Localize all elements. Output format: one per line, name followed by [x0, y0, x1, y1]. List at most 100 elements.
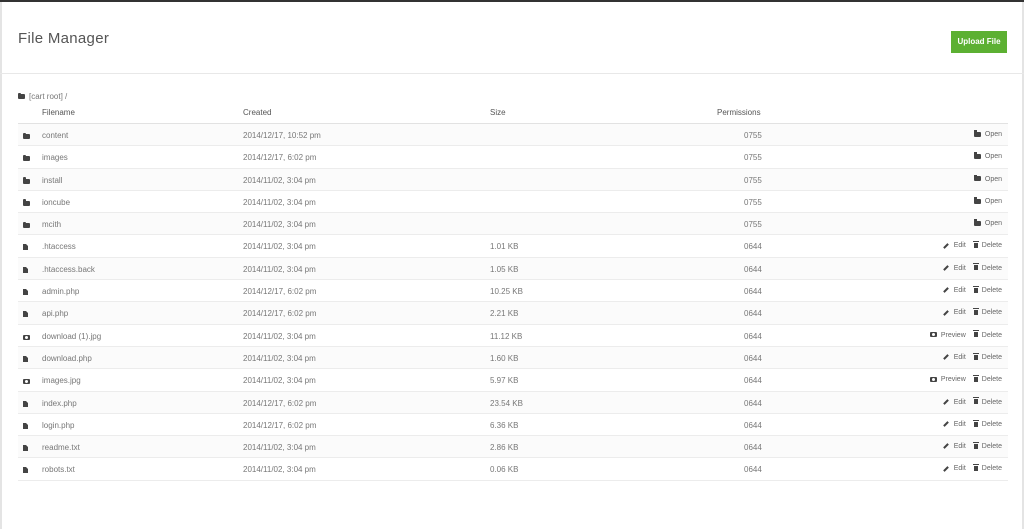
- delete-button[interactable]: Delete: [972, 263, 1002, 272]
- delete-button[interactable]: Delete: [972, 374, 1002, 383]
- edit-button[interactable]: Edit: [942, 264, 966, 272]
- delete-button[interactable]: Delete: [972, 285, 1002, 294]
- filename[interactable]: ioncube: [42, 198, 70, 207]
- column-size[interactable]: Size: [490, 108, 506, 117]
- folder-icon: [973, 130, 981, 137]
- trash-icon: [972, 419, 979, 427]
- edit-button[interactable]: Edit: [942, 465, 966, 472]
- column-filename[interactable]: Filename: [42, 108, 75, 117]
- preview-label: Preview: [940, 331, 966, 339]
- permissions: 0755: [744, 197, 762, 207]
- delete-button[interactable]: Delete: [972, 330, 1002, 339]
- row-actions: Edit Delete: [935, 419, 1002, 428]
- filename[interactable]: download (1).jpg: [42, 332, 101, 341]
- edit-button[interactable]: Edit: [942, 354, 966, 361]
- filename[interactable]: login.php: [42, 421, 74, 430]
- table-row[interactable]: download.php 2014/11/02, 3:04 pm 1.60 KB…: [18, 346, 1008, 370]
- row-actions: Edit Delete: [935, 352, 1002, 361]
- filename[interactable]: readme.txt: [42, 443, 80, 452]
- upload-file-button[interactable]: Upload File: [951, 31, 1007, 53]
- table-row[interactable]: .htaccess.back 2014/11/02, 3:04 pm 1.05 …: [18, 257, 1008, 281]
- table-row[interactable]: .htaccess 2014/11/02, 3:04 pm 1.01 KB 06…: [18, 235, 1008, 258]
- table-row[interactable]: install 2014/11/02, 3:04 pm 0755 Open: [18, 168, 1008, 191]
- delete-button[interactable]: Delete: [972, 308, 1002, 316]
- camera-icon: [929, 376, 937, 382]
- table-row[interactable]: mcith 2014/11/02, 3:04 pm 0755 Open: [18, 213, 1008, 236]
- pencil-icon: [942, 421, 949, 427]
- column-created[interactable]: Created: [243, 108, 271, 117]
- delete-button[interactable]: Delete: [972, 441, 1002, 451]
- table-row[interactable]: ioncube 2014/11/02, 3:04 pm 0755 Open: [18, 191, 1008, 214]
- delete-button[interactable]: Delete: [972, 419, 1002, 428]
- created-date: 2014/12/17, 6:02 pm: [243, 287, 317, 297]
- preview-button[interactable]: Preview: [929, 376, 966, 383]
- open-button[interactable]: Open: [973, 219, 1002, 228]
- camera-icon: [23, 379, 30, 385]
- table-row[interactable]: content 2014/12/17, 10:52 pm 0755 Open: [18, 124, 1008, 147]
- open-label: Open: [984, 131, 1002, 138]
- delete-button[interactable]: Delete: [972, 352, 1002, 361]
- open-button[interactable]: Open: [973, 197, 1002, 205]
- filename[interactable]: index.php: [42, 399, 77, 408]
- file-size: 2.21 KB: [490, 309, 519, 319]
- row-actions: Edit Delete: [935, 285, 1002, 294]
- folder-icon: [23, 154, 30, 162]
- file-icon: [23, 266, 28, 273]
- open-button[interactable]: Open: [973, 130, 1002, 138]
- delete-button[interactable]: Delete: [972, 464, 1002, 472]
- table-row[interactable]: api.php 2014/12/17, 6:02 pm 2.21 KB 0644…: [18, 302, 1008, 325]
- edit-button[interactable]: Edit: [942, 287, 966, 294]
- edit-button[interactable]: Edit: [942, 242, 966, 249]
- filename[interactable]: .htaccess: [42, 242, 76, 251]
- breadcrumb-path[interactable]: [cart root] /: [29, 92, 67, 101]
- open-button[interactable]: Open: [973, 152, 1002, 160]
- filename[interactable]: install: [42, 176, 62, 185]
- file-size: 1.01 KB: [490, 242, 519, 252]
- file-icon: [23, 244, 28, 251]
- table-row[interactable]: images 2014/12/17, 6:02 pm 0755 Open: [18, 146, 1008, 169]
- filename[interactable]: admin.php: [42, 287, 79, 296]
- table-row[interactable]: index.php 2014/12/17, 6:02 pm 23.54 KB 0…: [18, 391, 1008, 414]
- trash-icon: [972, 263, 979, 271]
- pencil-icon: [942, 398, 949, 405]
- table-row[interactable]: admin.php 2014/12/17, 6:02 pm 10.25 KB 0…: [18, 280, 1008, 303]
- filename[interactable]: robots.txt: [42, 465, 75, 474]
- permissions: 0644: [744, 242, 762, 252]
- file-icon: [23, 467, 28, 474]
- edit-button[interactable]: Edit: [942, 398, 966, 406]
- edit-label: Edit: [953, 443, 966, 451]
- filename[interactable]: images: [42, 153, 68, 162]
- column-permissions[interactable]: Permissions: [717, 108, 761, 117]
- table-row[interactable]: images.jpg 2014/11/02, 3:04 pm 5.97 KB 0…: [18, 369, 1008, 392]
- delete-label: Delete: [981, 443, 1002, 451]
- edit-label: Edit: [953, 264, 966, 272]
- table-row[interactable]: robots.txt 2014/11/02, 3:04 pm 0.06 KB 0…: [18, 458, 1008, 481]
- open-label: Open: [984, 220, 1002, 228]
- edit-button[interactable]: Edit: [942, 309, 966, 316]
- filename[interactable]: images.jpg: [42, 376, 81, 385]
- table-row[interactable]: download (1).jpg 2014/11/02, 3:04 pm 11.…: [18, 325, 1008, 347]
- delete-button[interactable]: Delete: [972, 397, 1002, 406]
- created-date: 2014/11/02, 3:04 pm: [243, 331, 316, 341]
- edit-button[interactable]: Edit: [942, 443, 966, 451]
- table-row[interactable]: readme.txt 2014/11/02, 3:04 pm 2.86 KB 0…: [18, 436, 1008, 459]
- created-date: 2014/12/17, 10:52 pm: [243, 131, 321, 140]
- filename[interactable]: .htaccess.back: [42, 265, 95, 274]
- edit-button[interactable]: Edit: [942, 421, 966, 428]
- filename[interactable]: api.php: [42, 309, 68, 318]
- file-icon: [23, 445, 28, 452]
- created-date: 2014/11/02, 3:04 pm: [243, 376, 316, 386]
- delete-label: Delete: [981, 420, 1002, 428]
- delete-button[interactable]: Delete: [972, 241, 1002, 249]
- edit-label: Edit: [953, 398, 966, 406]
- filename[interactable]: mcith: [42, 220, 61, 229]
- trash-icon: [972, 397, 979, 405]
- file-size: 1.05 KB: [490, 264, 519, 274]
- filename[interactable]: download.php: [42, 354, 92, 363]
- row-actions: Edit Delete: [935, 397, 1002, 406]
- open-button[interactable]: Open: [973, 174, 1002, 183]
- table-row[interactable]: login.php 2014/12/17, 6:02 pm 6.36 KB 06…: [18, 414, 1008, 437]
- pencil-icon: [942, 242, 949, 249]
- preview-button[interactable]: Preview: [929, 331, 966, 339]
- filename[interactable]: content: [42, 131, 68, 140]
